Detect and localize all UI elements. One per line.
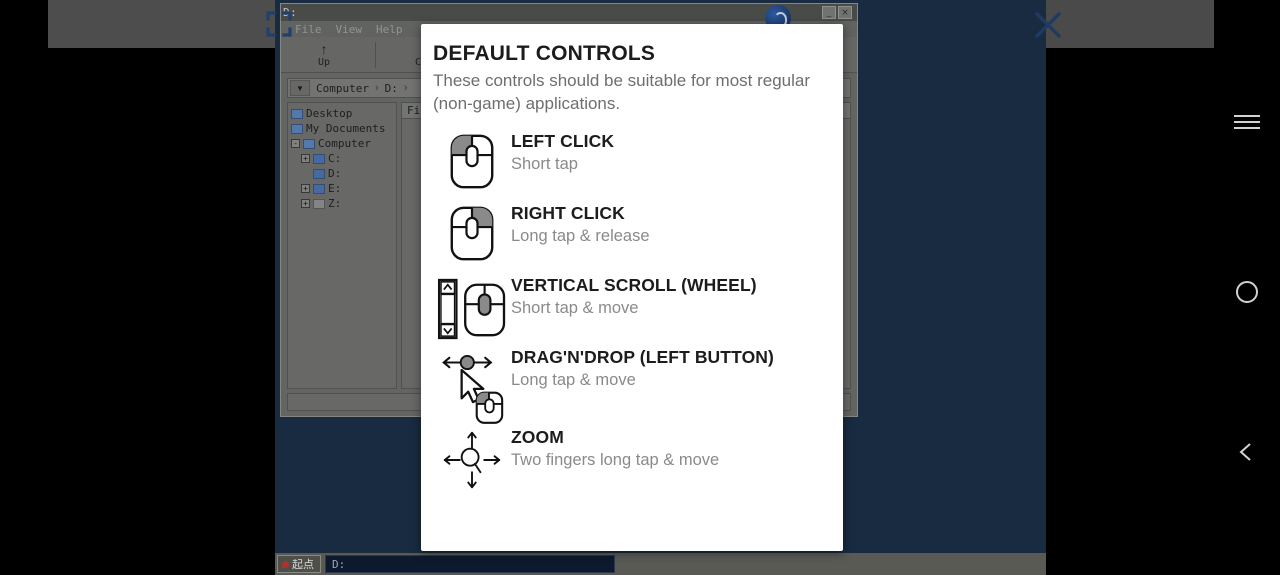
scrollbar-wheel-icon [433, 273, 511, 341]
tree-node-label: E: [328, 182, 342, 195]
drag-cursor-icon [433, 345, 511, 425]
hamburger-menu-icon[interactable] [1214, 100, 1280, 144]
breadcrumb-separator: › [374, 82, 379, 94]
mouse-right-button-icon [433, 201, 511, 262]
breadcrumb-separator-2: › [403, 82, 408, 94]
start-icon [282, 560, 289, 568]
list-item-title: LEFT CLICK [511, 131, 615, 152]
up-arrow-icon: ↑ [320, 40, 328, 57]
tree-node[interactable]: Desktop [291, 106, 396, 121]
list-item-text: DRAG'N'DROP (LEFT BUTTON) Long tap & mov… [511, 345, 831, 390]
list-item-zoom[interactable]: ZOOM Two fingers long tap & move [421, 425, 843, 497]
list-item-text: ZOOM Two fingers long tap & move [511, 425, 831, 470]
menu-item-help[interactable]: Help [376, 23, 403, 36]
tree-node-label: Desktop [306, 107, 353, 120]
default-controls-dialog: DEFAULT CONTROLS These controls should b… [421, 24, 843, 551]
list-item-description: Short tap & move [511, 298, 639, 317]
list-item-text: LEFT CLICK Short tap [511, 129, 831, 174]
dialog-subtitle: These controls should be suitable for mo… [433, 71, 811, 113]
toolbar-divider [375, 41, 376, 68]
tree-node[interactable]: + E: [291, 181, 396, 196]
controls-list: LEFT CLICK Short tap RIGHT CLICK Long ta… [421, 129, 843, 497]
tree-expander[interactable]: + [301, 154, 310, 163]
breadcrumb-item-computer[interactable]: Computer [312, 82, 373, 95]
mouse-left-button-icon [433, 129, 511, 190]
list-item-description: Two fingers long tap & move [511, 450, 720, 469]
fullscreen-brackets-icon[interactable] [266, 11, 292, 37]
documents-icon [291, 123, 303, 134]
tree-node-label: Computer [318, 137, 371, 150]
start-button[interactable]: 起点 [277, 555, 321, 573]
tree-expander[interactable]: + [301, 199, 310, 208]
list-item-left-click[interactable]: LEFT CLICK Short tap [421, 129, 843, 201]
drive-icon [313, 183, 325, 194]
menu-item-view[interactable]: View [336, 23, 363, 36]
tree-node[interactable]: My Documents [291, 121, 396, 136]
close-x-icon[interactable] [1033, 10, 1063, 40]
window-buttons[interactable]: _ × [822, 6, 855, 19]
taskbar[interactable]: 起点 D: [275, 553, 1046, 575]
start-button-label: 起点 [292, 558, 314, 571]
taskbar-task-button[interactable]: D: [325, 555, 615, 573]
up-button-label: Up [317, 56, 331, 68]
tree-node[interactable]: + C: [291, 151, 396, 166]
close-button[interactable]: × [838, 6, 852, 19]
tree-expander[interactable]: + [301, 184, 310, 193]
chevron-down-icon[interactable]: ▼ [290, 80, 310, 96]
list-item-title: ZOOM [511, 427, 564, 448]
back-chevron-icon[interactable] [1214, 430, 1280, 474]
zoom-magnifier-icon [433, 425, 511, 491]
list-item-description: Short tap [511, 154, 578, 173]
tree-node-label: C: [328, 152, 342, 165]
list-item-text: VERTICAL SCROLL (WHEEL) Short tap & move [511, 273, 831, 318]
list-item-right-click[interactable]: RIGHT CLICK Long tap & release [421, 201, 843, 273]
up-button[interactable]: ↑ Up [299, 42, 349, 68]
android-navigation-bar[interactable] [1214, 0, 1280, 575]
menu-item-file[interactable]: File [295, 23, 322, 36]
tree-node[interactable]: + Z: [291, 196, 396, 211]
breadcrumb-item-drive[interactable]: D: [381, 82, 402, 95]
drive-icon [313, 153, 325, 164]
home-circle-icon[interactable] [1214, 270, 1280, 314]
list-item-text: RIGHT CLICK Long tap & release [511, 201, 831, 246]
folder-tree[interactable]: Desktop My Documents - Computer + C: D: … [287, 102, 397, 389]
tree-node-label: My Documents [306, 122, 386, 135]
tree-node[interactable]: - Computer [291, 136, 396, 151]
tree-node[interactable]: D: [291, 166, 396, 181]
list-item-title: RIGHT CLICK [511, 203, 625, 224]
drive-icon [313, 168, 325, 179]
drive-blank-icon [313, 198, 325, 209]
list-item-description: Long tap & move [511, 370, 636, 389]
tree-expander[interactable]: - [291, 139, 300, 148]
list-item-title: DRAG'N'DROP (LEFT BUTTON) [511, 347, 774, 368]
tree-node-label: D: [328, 167, 342, 180]
screen: D: _ × File View Help ↑ Up ▼ Computer › … [0, 0, 1280, 575]
minimize-button[interactable]: _ [822, 6, 836, 19]
tree-node-label: Z: [328, 197, 342, 210]
list-item-vertical-scroll[interactable]: VERTICAL SCROLL (WHEEL) Short tap & move [421, 273, 843, 345]
desktop-icon [291, 108, 303, 119]
list-item-description: Long tap & release [511, 226, 650, 245]
list-item-title: VERTICAL SCROLL (WHEEL) [511, 275, 757, 296]
computer-icon [303, 138, 315, 149]
dialog-title: DEFAULT CONTROLS [433, 42, 656, 65]
list-item-drag-n-drop[interactable]: DRAG'N'DROP (LEFT BUTTON) Long tap & mov… [421, 345, 843, 425]
